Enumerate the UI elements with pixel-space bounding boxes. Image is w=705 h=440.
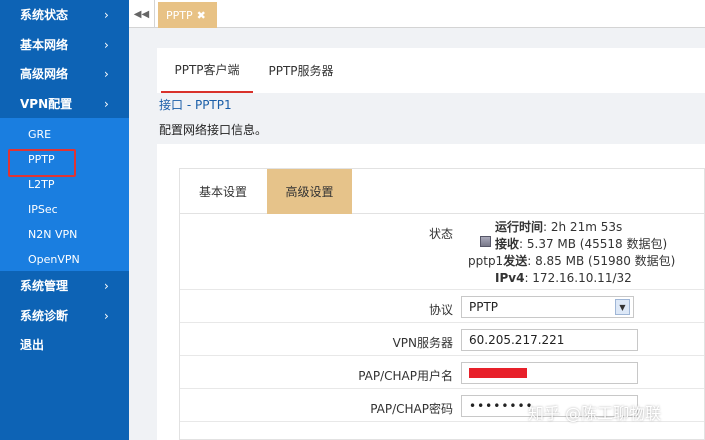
uptime-key: 运行时间	[495, 220, 544, 234]
menu-label: VPN配置	[20, 96, 73, 111]
username-row: PAP/CHAP用户名	[180, 357, 704, 389]
tx-value: : 8.85 MB (51980 数据包)	[527, 254, 676, 268]
status-row: 状态 运行时间: 2h 21m 53s 接收: 5.37 MB (45518 数…	[180, 215, 704, 290]
menu-logout[interactable]: 退出	[0, 330, 129, 360]
main-content: PPTP客户端 PPTP服务器 接口 - PPTP1 配置网络接口信息。 基本设…	[129, 28, 705, 440]
tx-key: 发送	[503, 254, 528, 268]
panel-tab-bar: 基本设置 高级设置	[180, 169, 704, 214]
vpn-server-label: VPN服务器	[392, 336, 453, 350]
page-title: 接口 - PPTP1	[159, 98, 232, 112]
chevron-down-icon[interactable]: ▼	[615, 299, 630, 315]
chevron-right-icon: ›	[104, 96, 109, 111]
chevron-right-icon: ›	[104, 8, 109, 22]
submenu-pptp[interactable]: PPTP	[0, 147, 129, 177]
protocol-row: 协议 PPTP ▼	[180, 291, 704, 323]
protocol-value: PPTP	[469, 300, 499, 314]
submenu-l2tp[interactable]: L2TP	[0, 172, 129, 197]
menu-label: 系统状态	[20, 8, 69, 23]
password-value: ••••••••	[469, 399, 534, 413]
scroll-left-icon[interactable]: ◀◀	[129, 0, 155, 28]
tab-pptp-client[interactable]: PPTP客户端	[161, 48, 253, 93]
menu-label: 系统管理	[20, 279, 69, 294]
open-tab-pptp[interactable]: PPTP ✖	[158, 2, 217, 28]
rx-key: 接收	[495, 237, 520, 251]
ipv4-key: IPv4	[495, 271, 525, 285]
uptime-value: : 2h 21m 53s	[543, 220, 623, 234]
menu-label: 基本网络	[20, 37, 69, 52]
chevron-right-icon: ›	[104, 67, 109, 81]
interface-name: pptp1	[468, 254, 504, 268]
menu-label: 高级网络	[20, 67, 69, 82]
watermark-text: 知乎 @陈工聊物联	[528, 404, 662, 423]
menu-basic-network[interactable]: 基本网络 ›	[0, 30, 129, 60]
sidebar: 系统状态 › 基本网络 › 高级网络 › VPN配置 › GRE PPTP L2…	[0, 0, 129, 440]
page-description: 配置网络接口信息。	[159, 123, 268, 137]
tab-basic-settings[interactable]: 基本设置	[180, 169, 266, 214]
menu-label: 退出	[20, 338, 45, 353]
tab-pptp-server[interactable]: PPTP服务器	[261, 48, 341, 93]
status-info: 运行时间: 2h 21m 53s 接收: 5.37 MB (45518 数据包)…	[468, 219, 675, 287]
vpn-submenu: GRE PPTP L2TP IPSec N2N VPN OpenVPN	[0, 118, 129, 271]
tab-strip: ◀◀ PPTP ✖	[129, 0, 705, 28]
chevron-right-icon: ›	[104, 37, 109, 52]
menu-system-diagnostics[interactable]: 系统诊断 ›	[0, 301, 129, 331]
redaction-mark	[469, 368, 527, 378]
menu-vpn-config[interactable]: VPN配置 ›	[0, 89, 129, 119]
chevron-right-icon: ›	[104, 308, 109, 323]
protocol-label: 协议	[428, 303, 453, 317]
password-label: PAP/CHAP密码	[370, 402, 453, 416]
vpn-server-row: VPN服务器 60.205.217.221	[180, 324, 704, 356]
rx-value: : 5.37 MB (45518 数据包)	[519, 237, 668, 251]
submenu-gre[interactable]: GRE	[0, 122, 129, 147]
close-icon[interactable]: ✖	[197, 9, 206, 22]
ipv4-value: : 172.16.10.11/32	[524, 271, 632, 285]
submenu-n2n-vpn[interactable]: N2N VPN	[0, 222, 129, 247]
menu-system-status[interactable]: 系统状态 ›	[0, 0, 129, 30]
sub-tabs: PPTP客户端 PPTP服务器	[157, 48, 705, 93]
open-tab-label: PPTP	[166, 8, 193, 22]
username-label: PAP/CHAP用户名	[358, 369, 453, 383]
menu-advanced-network[interactable]: 高级网络 ›	[0, 59, 129, 89]
config-panel: 基本设置 高级设置 状态 运行时间: 2h 21m 53s 接收: 5.37 M…	[157, 144, 705, 440]
menu-system-management[interactable]: 系统管理 ›	[0, 271, 129, 301]
submenu-openvpn[interactable]: OpenVPN	[0, 247, 129, 272]
menu-label: 系统诊断	[20, 308, 69, 323]
chevron-right-icon: ›	[104, 279, 109, 293]
protocol-select[interactable]: PPTP ▼	[461, 296, 634, 318]
status-label: 状态	[428, 227, 453, 241]
tab-advanced-settings[interactable]: 高级设置	[267, 169, 352, 214]
vpn-server-input[interactable]: 60.205.217.221	[461, 329, 638, 351]
submenu-ipsec[interactable]: IPSec	[0, 197, 129, 222]
username-input[interactable]	[461, 362, 638, 384]
